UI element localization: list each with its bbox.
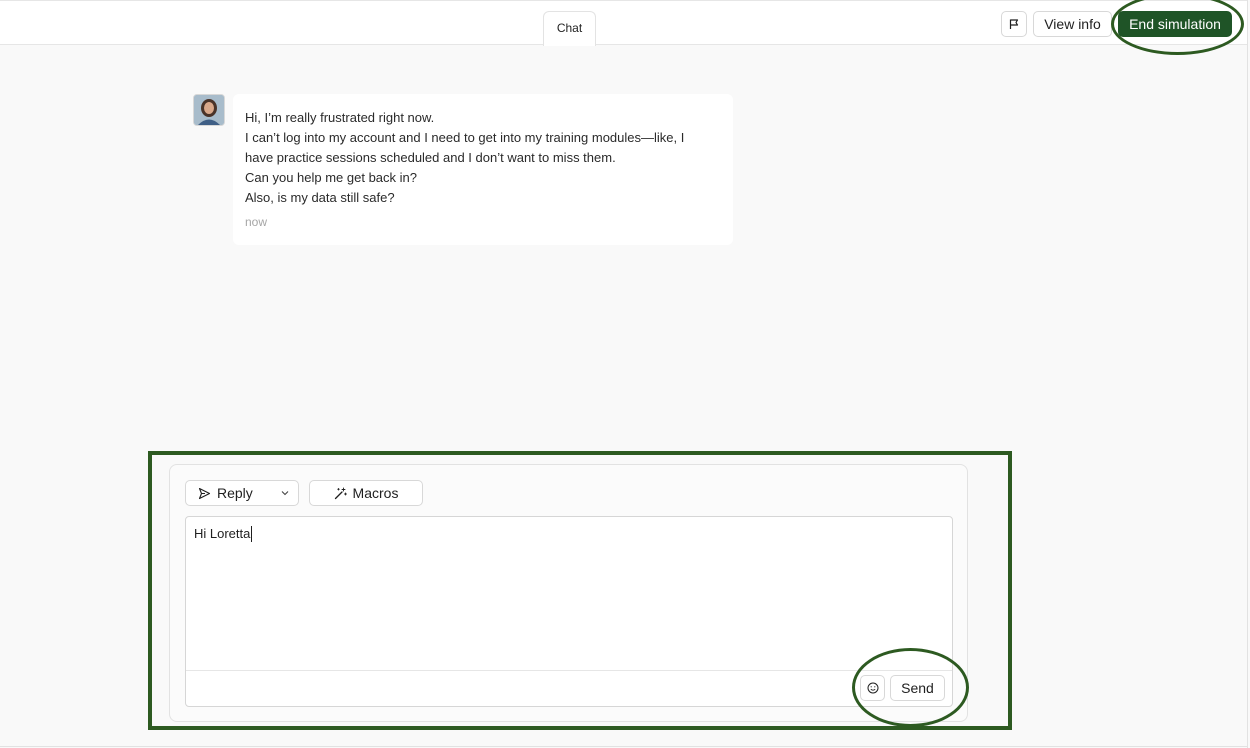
magic-wand-icon bbox=[334, 487, 347, 499]
reply-text-value: Hi Loretta bbox=[194, 526, 253, 542]
macros-label: Macros bbox=[352, 485, 399, 501]
flag-button[interactable] bbox=[1001, 11, 1027, 37]
editor-toolbar-divider bbox=[186, 670, 952, 671]
chevron-down-icon bbox=[281, 491, 289, 496]
message-line: Hi, I’m really frustrated right now. bbox=[245, 110, 435, 125]
flag-icon bbox=[1009, 19, 1019, 29]
smiley-icon bbox=[867, 682, 878, 694]
message-line: Can you help me get back in? bbox=[245, 170, 417, 185]
message-line: Also, is my data still safe? bbox=[245, 190, 395, 205]
message-timestamp: now bbox=[245, 215, 268, 229]
message-line: have practice sessions scheduled and I d… bbox=[245, 150, 616, 165]
macros-button[interactable]: Macros bbox=[309, 480, 423, 506]
send-button[interactable]: Send bbox=[890, 675, 945, 701]
tab-chat[interactable]: Chat bbox=[543, 11, 596, 46]
message-line: I can’t log into my account and I need t… bbox=[245, 130, 685, 145]
customer-message-bubble: Hi, I’m really frustrated right now. I c… bbox=[233, 94, 733, 245]
reply-mode-dropdown[interactable]: Reply bbox=[185, 480, 299, 506]
send-arrow-icon bbox=[198, 487, 211, 499]
end-simulation-button[interactable]: End simulation bbox=[1118, 11, 1232, 37]
emoji-button[interactable] bbox=[860, 675, 885, 701]
reply-label: Reply bbox=[217, 485, 253, 501]
right-edge bbox=[1247, 0, 1248, 748]
view-info-button[interactable]: View info bbox=[1033, 11, 1112, 37]
customer-avatar bbox=[193, 94, 225, 126]
bottom-edge bbox=[0, 746, 1248, 747]
reply-textarea[interactable]: Hi Loretta bbox=[185, 516, 953, 707]
